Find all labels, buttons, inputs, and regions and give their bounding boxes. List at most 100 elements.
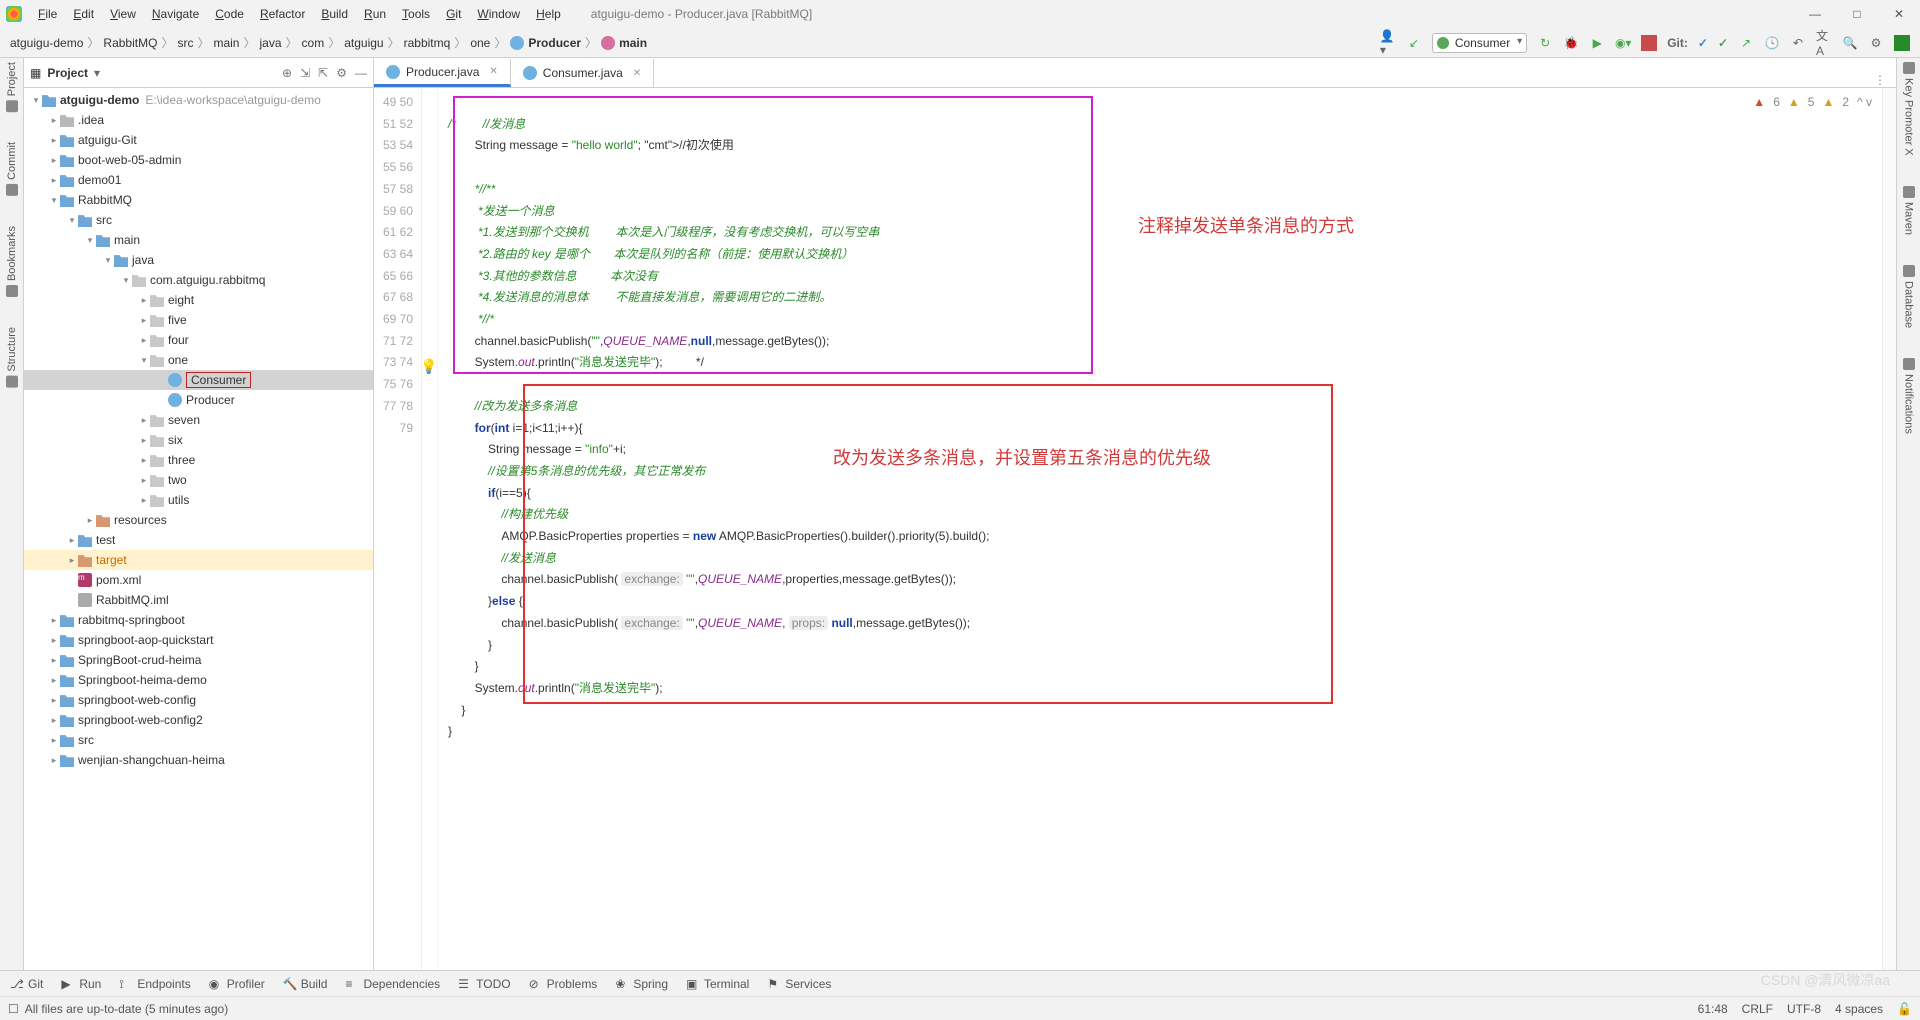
- bottom-tool-services[interactable]: ⚑Services: [767, 977, 831, 991]
- tree-item-six[interactable]: ▸six: [24, 430, 373, 450]
- expand-all-icon[interactable]: ⇲: [300, 66, 310, 80]
- tree-item-springboot-aop-quickstart[interactable]: ▸springboot-aop-quickstart: [24, 630, 373, 650]
- tree-item-springboot-web-config[interactable]: ▸springboot-web-config: [24, 690, 373, 710]
- menu-run[interactable]: Run: [356, 5, 394, 23]
- tab-menu-icon[interactable]: ⋮: [1864, 73, 1896, 87]
- tree-item-test[interactable]: ▸test: [24, 530, 373, 550]
- users-icon[interactable]: 👤▾: [1380, 35, 1396, 51]
- tree-item-one[interactable]: ▾one: [24, 350, 373, 370]
- tree-item-springboot-web-config2[interactable]: ▸springboot-web-config2: [24, 710, 373, 730]
- intention-bulb-icon[interactable]: 💡: [420, 356, 437, 378]
- git-push-icon[interactable]: ↗: [1738, 35, 1754, 51]
- toolwindow-maven[interactable]: Maven: [1903, 186, 1915, 235]
- stop-icon[interactable]: [1641, 35, 1657, 51]
- tree-item-pom-xml[interactable]: mpom.xml: [24, 570, 373, 590]
- menu-help[interactable]: Help: [528, 5, 569, 23]
- project-tree[interactable]: ▾atguigu-demoE:\idea-workspace\atguigu-d…: [24, 88, 373, 970]
- menu-view[interactable]: View: [102, 5, 144, 23]
- git-commit-icon[interactable]: ✓: [1718, 36, 1728, 50]
- tree-item-consumer[interactable]: Consumer: [24, 370, 373, 390]
- menu-file[interactable]: File: [30, 5, 65, 23]
- menu-git[interactable]: Git: [438, 5, 469, 23]
- toolwindow-notifications[interactable]: Notifications: [1903, 358, 1915, 434]
- tree-item-producer[interactable]: Producer: [24, 390, 373, 410]
- tree-item-main[interactable]: ▾main: [24, 230, 373, 250]
- tree-item-rabbitmq-springboot[interactable]: ▸rabbitmq-springboot: [24, 610, 373, 630]
- crumb-producer[interactable]: Producer: [528, 36, 581, 50]
- status-icon[interactable]: ☐: [8, 1002, 19, 1016]
- run-config-dropdown[interactable]: Consumer: [1432, 33, 1527, 53]
- crumb-com[interactable]: com: [302, 36, 325, 50]
- bottom-tool-dependencies[interactable]: ≡Dependencies: [345, 977, 440, 991]
- tab-consumer-java[interactable]: Consumer.java✕: [511, 59, 654, 87]
- git-rollback-icon[interactable]: ↶: [1790, 35, 1806, 51]
- close-tab-icon[interactable]: ✕: [489, 66, 497, 77]
- tree-root[interactable]: ▾atguigu-demoE:\idea-workspace\atguigu-d…: [24, 90, 373, 110]
- select-opened-icon[interactable]: ⊕: [282, 66, 292, 80]
- git-history-icon[interactable]: 🕓: [1764, 35, 1780, 51]
- toolwindow-commit[interactable]: Commit: [6, 142, 18, 196]
- menu-refactor[interactable]: Refactor: [252, 5, 313, 23]
- file-encoding[interactable]: UTF-8: [1787, 1002, 1821, 1016]
- collapse-all-icon[interactable]: ⇱: [318, 66, 328, 80]
- toolwindow-project[interactable]: Project: [6, 62, 18, 112]
- menu-window[interactable]: Window: [469, 5, 528, 23]
- tree-item-wenjian-shangchuan-heima[interactable]: ▸wenjian-shangchuan-heima: [24, 750, 373, 770]
- tree-item-demo01[interactable]: ▸demo01: [24, 170, 373, 190]
- bottom-tool-git[interactable]: ⎇Git: [10, 977, 43, 991]
- crumb-main[interactable]: main: [213, 36, 239, 50]
- coverage-icon[interactable]: ▶: [1589, 35, 1605, 51]
- bottom-tool-spring[interactable]: ❀Spring: [615, 977, 668, 991]
- toolwindow-database[interactable]: Database: [1903, 265, 1915, 328]
- project-dropdown-icon[interactable]: ▾: [94, 66, 100, 80]
- menu-code[interactable]: Code: [207, 5, 252, 23]
- crumb-java[interactable]: java: [260, 36, 282, 50]
- line-separator[interactable]: CRLF: [1742, 1002, 1773, 1016]
- settings-icon[interactable]: ⚙: [1868, 35, 1884, 51]
- hide-icon[interactable]: —: [355, 66, 367, 80]
- close-tab-icon[interactable]: ✕: [633, 68, 641, 79]
- tree-item-three[interactable]: ▸three: [24, 450, 373, 470]
- tree-item-utils[interactable]: ▸utils: [24, 490, 373, 510]
- error-stripe[interactable]: [1882, 88, 1896, 970]
- tree-item-src[interactable]: ▾src: [24, 210, 373, 230]
- tree-item-two[interactable]: ▸two: [24, 470, 373, 490]
- bottom-tool-problems[interactable]: ⊘Problems: [529, 977, 598, 991]
- indent-setting[interactable]: 4 spaces: [1835, 1002, 1883, 1016]
- fold-column[interactable]: [422, 88, 438, 970]
- breadcrumb[interactable]: atguigu-demo〉RabbitMQ〉src〉main〉java〉com〉…: [10, 34, 647, 51]
- tree-item-rabbitmq[interactable]: ▾RabbitMQ: [24, 190, 373, 210]
- tree-item-target[interactable]: ▸target: [24, 550, 373, 570]
- bottom-tool-build[interactable]: 🔨Build: [283, 977, 328, 991]
- code-text[interactable]: /* //发消息 String message = "hello world";…: [438, 88, 1882, 970]
- profile-icon[interactable]: ◉▾: [1615, 35, 1631, 51]
- settings-icon[interactable]: ⚙: [336, 66, 347, 80]
- tree-item-five[interactable]: ▸five: [24, 310, 373, 330]
- tree-item-src[interactable]: ▸src: [24, 730, 373, 750]
- git-update-icon[interactable]: ✓: [1698, 36, 1708, 50]
- caret-position[interactable]: 61:48: [1698, 1002, 1728, 1016]
- maximize-button[interactable]: □: [1842, 7, 1872, 21]
- menu-navigate[interactable]: Navigate: [144, 5, 207, 23]
- vcs-back-icon[interactable]: ↙: [1406, 35, 1422, 51]
- inspection-widget[interactable]: ▲6 ▲5 ▲2 ^ v: [1753, 92, 1872, 114]
- bottom-tool-terminal[interactable]: ▣Terminal: [686, 977, 749, 991]
- crumb-rabbitmq[interactable]: rabbitmq: [404, 36, 451, 50]
- tree-item-resources[interactable]: ▸resources: [24, 510, 373, 530]
- toolwindow-structure[interactable]: Structure: [6, 327, 18, 388]
- toolwindow-key-promoter-x[interactable]: Key Promoter X: [1903, 62, 1915, 156]
- debug-icon[interactable]: 🐞: [1563, 35, 1579, 51]
- toolwindow-bookmarks[interactable]: Bookmarks: [6, 226, 18, 297]
- tree-item-atguigu-git[interactable]: ▸atguigu-Git: [24, 130, 373, 150]
- tree-item-rabbitmq-iml[interactable]: RabbitMQ.iml: [24, 590, 373, 610]
- tree-item-eight[interactable]: ▸eight: [24, 290, 373, 310]
- bottom-tool-profiler[interactable]: ◉Profiler: [209, 977, 265, 991]
- crumb-atguigu-demo[interactable]: atguigu-demo: [10, 36, 83, 50]
- menu-edit[interactable]: Edit: [65, 5, 102, 23]
- project-label[interactable]: Project: [47, 66, 88, 80]
- tree-item-com-atguigu-rabbitmq[interactable]: ▾com.atguigu.rabbitmq: [24, 270, 373, 290]
- tab-producer-java[interactable]: Producer.java✕: [374, 59, 511, 87]
- bottom-tool-todo[interactable]: ☰TODO: [458, 977, 510, 991]
- run-play-icon[interactable]: [1894, 35, 1910, 51]
- crumb-atguigu[interactable]: atguigu: [344, 36, 383, 50]
